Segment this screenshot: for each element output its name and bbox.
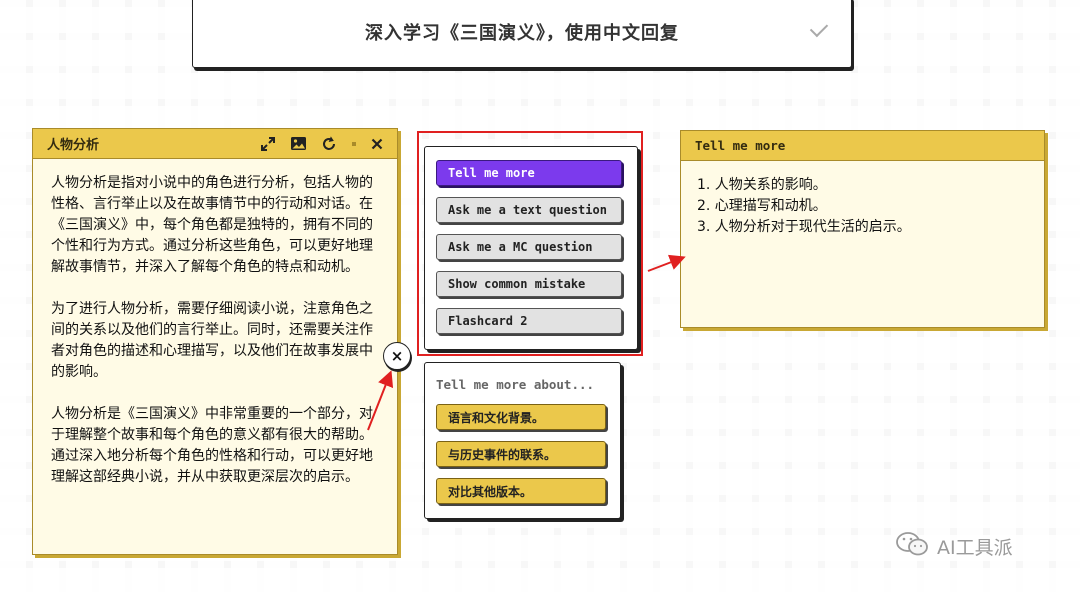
wechat-icon bbox=[895, 531, 931, 562]
list-item: 2. 心理描写和动机。 bbox=[697, 198, 827, 214]
analysis-paragraph: 为了进行人物分析，需要仔细阅读小说，注意角色之间的关系以及他们的言行举止。同时，… bbox=[51, 301, 373, 380]
close-menu-button[interactable]: × bbox=[383, 342, 411, 370]
analysis-card-header: 人物分析 bbox=[33, 129, 397, 159]
suggestion-button[interactable]: 语言和文化背景。 bbox=[436, 404, 606, 430]
mc-question-button[interactable]: Ask me a MC question bbox=[436, 234, 622, 260]
analysis-card: 人物分析 人物分析是指对小说中的角色进行分析，包括人物的性格、言行举止以及在故事… bbox=[32, 128, 398, 555]
expand-icon[interactable] bbox=[260, 136, 276, 152]
list-item: 3. 人物分析对于现代生活的启示。 bbox=[697, 219, 911, 235]
analysis-paragraph: 人物分析是《三国演义》中非常重要的一个部分，对于理解整个故事和每个角色的意义都有… bbox=[51, 406, 373, 485]
prompt-text: 深入学习《三国演义》，使用中文回复 bbox=[365, 23, 679, 44]
check-icon[interactable] bbox=[809, 18, 829, 38]
prompt-bar[interactable]: 深入学习《三国演义》，使用中文回复 bbox=[192, 0, 852, 68]
tell-me-more-card-body: 1. 人物关系的影响。 2. 心理描写和动机。 3. 人物分析对于现代生活的启示… bbox=[681, 161, 1044, 252]
suggestion-title: Tell me more about... bbox=[436, 377, 595, 392]
suggestion-button[interactable]: 对比其他版本。 bbox=[436, 478, 606, 504]
action-menu: Tell me more Ask me a text question Ask … bbox=[424, 146, 638, 350]
common-mistake-button[interactable]: Show common mistake bbox=[436, 271, 622, 297]
tell-me-more-button[interactable]: Tell me more bbox=[436, 160, 622, 186]
suggestion-panel: Tell me more about... 语言和文化背景。 与历史事件的联系。… bbox=[424, 362, 621, 519]
analysis-card-title: 人物分析 bbox=[47, 138, 100, 153]
divider-dot bbox=[351, 141, 357, 147]
image-icon[interactable] bbox=[290, 136, 307, 151]
arrow-to-result-card bbox=[647, 254, 686, 272]
list-item: 1. 人物关系的影响。 bbox=[697, 177, 827, 193]
tell-me-more-card-header: Tell me more bbox=[681, 131, 1044, 161]
text-question-button[interactable]: Ask me a text question bbox=[436, 197, 622, 223]
watermark: AI工具派 bbox=[895, 531, 1013, 562]
watermark-text: AI工具派 bbox=[937, 537, 1013, 559]
close-icon[interactable] bbox=[371, 138, 383, 150]
tell-me-more-card-title: Tell me more bbox=[695, 138, 786, 153]
analysis-card-body: 人物分析是指对小说中的角色进行分析，包括人物的性格、言行举止以及在故事情节中的行… bbox=[33, 159, 397, 488]
flashcard-button[interactable]: Flashcard 2 bbox=[436, 308, 622, 334]
suggestion-button[interactable]: 与历史事件的联系。 bbox=[436, 441, 606, 467]
refresh-icon[interactable] bbox=[321, 135, 337, 152]
tell-me-more-card: Tell me more 1. 人物关系的影响。 2. 心理描写和动机。 3. … bbox=[680, 130, 1045, 328]
analysis-paragraph: 人物分析是指对小说中的角色进行分析，包括人物的性格、言行举止以及在故事情节中的行… bbox=[51, 175, 373, 275]
